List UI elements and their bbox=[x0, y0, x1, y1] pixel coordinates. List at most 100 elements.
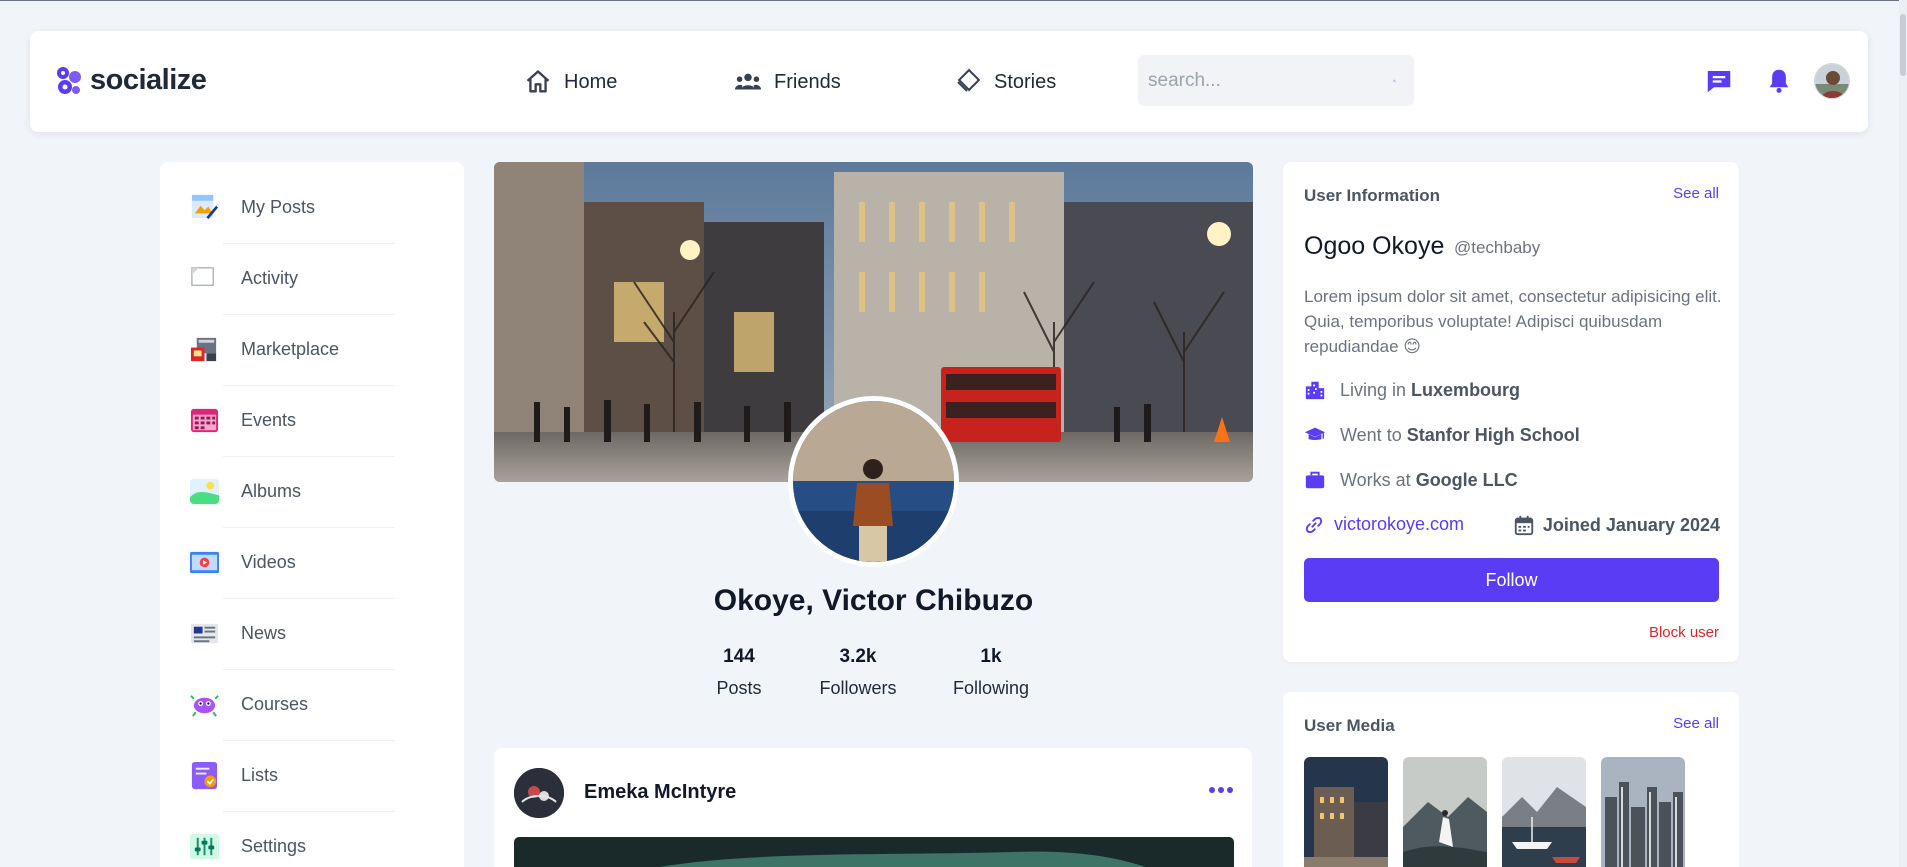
user-location-row: Living in Luxembourg bbox=[1304, 379, 1520, 401]
notifications-bell-icon[interactable] bbox=[1764, 66, 1794, 96]
socialize-logo-icon bbox=[57, 66, 81, 94]
sidebar-item-label: Videos bbox=[241, 552, 296, 572]
work-value: Google LLC bbox=[1415, 469, 1518, 490]
graduation-cap-icon bbox=[1304, 427, 1326, 441]
calendar-icon bbox=[1514, 515, 1534, 536]
website-label: victorokoye.com bbox=[1334, 514, 1465, 534]
briefcase-icon bbox=[1305, 471, 1325, 489]
user-info-see-all-link[interactable]: See all bbox=[1673, 185, 1719, 202]
education-prefix: Went to bbox=[1340, 424, 1402, 445]
profile-name: Okoye, Victor Chibuzo bbox=[713, 584, 1034, 617]
sidebar-item-label: Events bbox=[241, 410, 297, 430]
skyline-photo bbox=[1601, 757, 1685, 867]
profile-image bbox=[793, 401, 954, 562]
messages-icon[interactable] bbox=[1704, 66, 1734, 96]
sidebar-item-label: Courses bbox=[241, 694, 309, 714]
sidebar-item-marketplace[interactable]: Marketplace bbox=[189, 314, 414, 385]
stat-value: 144 bbox=[723, 646, 755, 667]
dancer-photo bbox=[1403, 757, 1487, 867]
media-thumb-skyline[interactable] bbox=[1601, 757, 1685, 867]
user-work-row: Works at Google LLC bbox=[1304, 469, 1518, 491]
sidebar-item-label: Settings bbox=[241, 836, 307, 856]
nav-stories-label: Stories bbox=[994, 70, 1057, 93]
stat-following[interactable]: 1k Following bbox=[946, 646, 1036, 699]
friends-icon bbox=[734, 73, 762, 90]
media-thumb-harbor[interactable] bbox=[1502, 757, 1586, 867]
link-icon bbox=[1305, 516, 1323, 533]
stat-label: Following bbox=[952, 678, 1030, 698]
user-media-heading: User Media bbox=[1304, 716, 1395, 735]
courses-icon bbox=[190, 695, 219, 717]
nav-home-link[interactable]: Home bbox=[524, 68, 617, 96]
nav-friends-link[interactable]: Friends bbox=[734, 68, 841, 96]
my-posts-icon bbox=[191, 194, 219, 220]
joined-date-row: Joined January 2024 bbox=[1513, 514, 1720, 536]
search-input[interactable] bbox=[1138, 69, 1393, 92]
page-scrollbar[interactable] bbox=[1899, 0, 1907, 867]
nav-friends-label: Friends bbox=[774, 70, 841, 93]
nav-stories-link[interactable]: Stories bbox=[954, 68, 1056, 96]
post-image-content bbox=[514, 837, 1234, 867]
search-icon[interactable] bbox=[1393, 68, 1396, 94]
sidebar-item-albums[interactable]: Albums bbox=[189, 456, 414, 527]
activity-icon bbox=[191, 267, 214, 286]
sidebar-item-settings[interactable]: Settings bbox=[189, 811, 414, 867]
user-full-name: Ogoo Okoye bbox=[1304, 232, 1445, 260]
post-card: Emeka McIntyre bbox=[494, 748, 1252, 867]
more-options-icon[interactable] bbox=[1206, 780, 1236, 800]
city-buildings-icon bbox=[1305, 381, 1325, 400]
stat-value: 1k bbox=[980, 646, 1002, 667]
user-avatar[interactable] bbox=[1814, 63, 1850, 99]
media-thumb-city-night[interactable] bbox=[1304, 757, 1388, 867]
joined-date-label: Joined January 2024 bbox=[1542, 514, 1720, 535]
sidebar-item-activity[interactable]: Activity bbox=[189, 243, 414, 314]
city-night-photo bbox=[1304, 757, 1388, 867]
avatar-image bbox=[1815, 64, 1849, 98]
sidebar-item-label: Albums bbox=[241, 481, 302, 501]
post-image[interactable] bbox=[514, 837, 1234, 867]
sidebar-item-label: News bbox=[241, 623, 287, 643]
location-prefix: Living in bbox=[1340, 379, 1407, 400]
stories-icon bbox=[957, 68, 981, 92]
stat-label: Posts bbox=[716, 678, 762, 698]
home-icon bbox=[526, 70, 550, 93]
user-website-link[interactable]: victorokoye.com bbox=[1304, 514, 1464, 535]
post-author-name[interactable]: Emeka McIntyre bbox=[584, 781, 736, 804]
post-author-avatar-image bbox=[514, 768, 564, 818]
work-prefix: Works at bbox=[1340, 469, 1411, 490]
stat-followers[interactable]: 3.2k Followers bbox=[813, 646, 903, 699]
sidebar-item-lists[interactable]: Lists bbox=[189, 740, 414, 811]
profile-picture[interactable] bbox=[788, 396, 959, 567]
user-media-see-all-link[interactable]: See all bbox=[1673, 715, 1719, 732]
user-bio: Lorem ipsum dolor sit amet, consectetur … bbox=[1304, 287, 1722, 356]
sidebar-item-my-posts[interactable]: My Posts bbox=[189, 172, 414, 243]
education-value: Stanfor High School bbox=[1406, 424, 1580, 445]
sidebar-item-label: Activity bbox=[241, 268, 299, 288]
sidebar-item-videos[interactable]: Videos bbox=[189, 527, 414, 598]
stat-posts[interactable]: 144 Posts bbox=[714, 646, 764, 699]
user-handle: @techbaby bbox=[1454, 238, 1541, 257]
stat-value: 3.2k bbox=[839, 646, 877, 667]
location-value: Luxembourg bbox=[1411, 379, 1521, 400]
media-thumb-dancer[interactable] bbox=[1403, 757, 1487, 867]
sidebar-item-news[interactable]: News bbox=[189, 598, 414, 669]
brand-logo[interactable]: socialize bbox=[54, 64, 207, 97]
sidebar-item-courses[interactable]: Courses bbox=[189, 669, 414, 740]
brand-name: socialize bbox=[90, 64, 207, 96]
user-media-card: User Media See all bbox=[1283, 692, 1739, 867]
scrollbar-thumb[interactable] bbox=[1900, 14, 1906, 76]
sidebar-item-events[interactable]: Events bbox=[189, 385, 414, 456]
lists-icon bbox=[191, 761, 218, 790]
news-icon bbox=[190, 623, 219, 644]
settings-icon bbox=[189, 833, 220, 860]
window-top-border bbox=[0, 0, 1907, 1]
follow-button[interactable]: Follow bbox=[1304, 558, 1719, 602]
left-sidebar: My Posts Activity Marketplace Events Alb… bbox=[160, 162, 464, 867]
user-info-card: User Information See all Ogoo Okoye @tec… bbox=[1283, 162, 1739, 662]
top-navbar: socialize Home Friends Stories bbox=[30, 31, 1868, 132]
marketplace-icon bbox=[190, 337, 217, 362]
block-user-link[interactable]: Block user bbox=[1649, 624, 1719, 641]
stat-label: Followers bbox=[819, 678, 897, 698]
post-author-avatar[interactable] bbox=[514, 768, 564, 818]
events-calendar-icon bbox=[190, 408, 219, 433]
